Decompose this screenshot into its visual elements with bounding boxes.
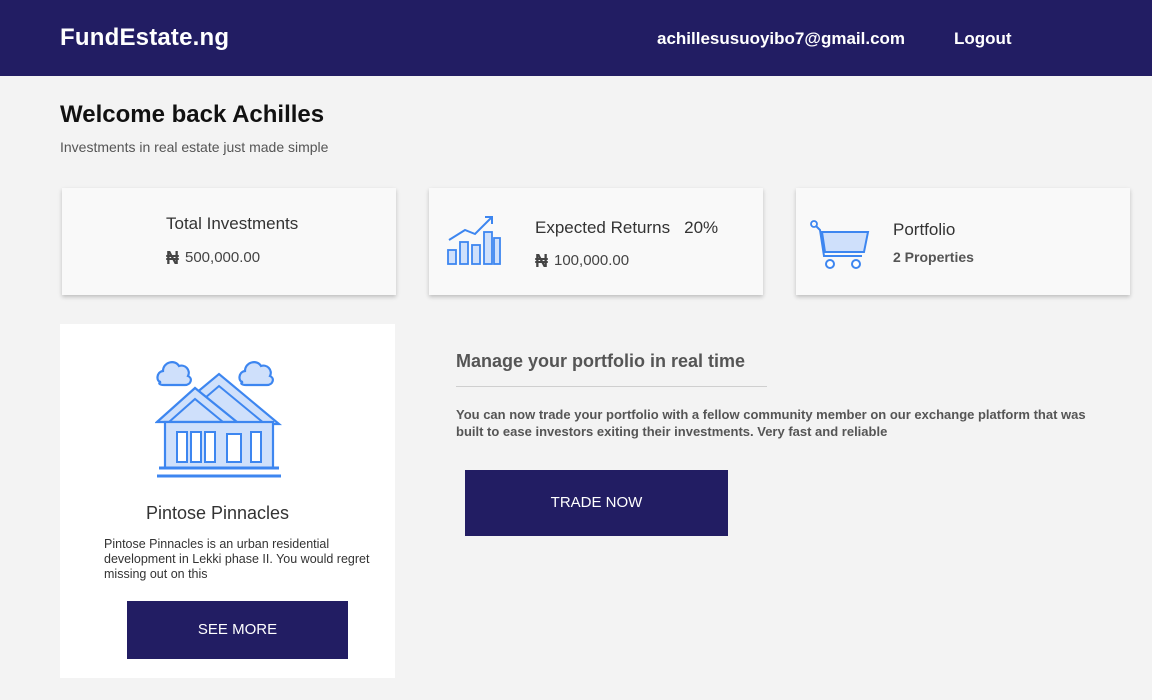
top-navbar: FundEstate.ng achillesusuoyibo7@gmail.co… bbox=[0, 0, 1152, 76]
card-title: Total Investments bbox=[166, 214, 299, 233]
card-value: ₦ 500,000.00 bbox=[166, 248, 261, 268]
naira-icon: ₦ bbox=[535, 251, 548, 271]
card-title: Portfolio bbox=[893, 220, 956, 239]
portfolio-card: Portfolio 2 Properties bbox=[796, 188, 1130, 295]
user-email: achillesusuoyibo7@gmail.com bbox=[657, 29, 906, 48]
logout-link[interactable]: Logout bbox=[954, 29, 1012, 49]
manage-portfolio-title: Manage your portfolio in real time bbox=[456, 351, 746, 371]
expected-returns-card: Expected Returns 20% ₦ 100,000.00 bbox=[429, 188, 763, 295]
cart-icon bbox=[810, 220, 870, 269]
brand-logo[interactable]: FundEstate.ng bbox=[60, 24, 229, 52]
trade-now-button[interactable]: TRADE NOW bbox=[465, 470, 728, 536]
card-value: 2 Properties bbox=[893, 249, 974, 265]
house-icon bbox=[155, 361, 283, 478]
page-title: Welcome back Achilles bbox=[60, 101, 325, 128]
divider bbox=[456, 386, 767, 387]
property-description: Pintose Pinnacles is an urban residentia… bbox=[104, 537, 370, 581]
returns-percent: 20% bbox=[684, 218, 719, 237]
total-investments-card: Total Investments ₦ 500,000.00 bbox=[62, 188, 396, 458]
growth-chart-icon bbox=[447, 216, 501, 265]
see-more-button[interactable]: SEE MORE bbox=[127, 601, 348, 659]
card-value: ₦ 100,000.00 bbox=[535, 251, 630, 271]
property-name: Pintose Pinnacles bbox=[145, 503, 290, 523]
naira-icon: ₦ bbox=[166, 248, 179, 268]
card-title: Expected Returns 20% bbox=[535, 218, 719, 237]
manage-portfolio-text: You can now trade your portfolio with a … bbox=[456, 407, 1086, 439]
page-subtitle: Investments in real estate just made sim… bbox=[60, 139, 329, 155]
